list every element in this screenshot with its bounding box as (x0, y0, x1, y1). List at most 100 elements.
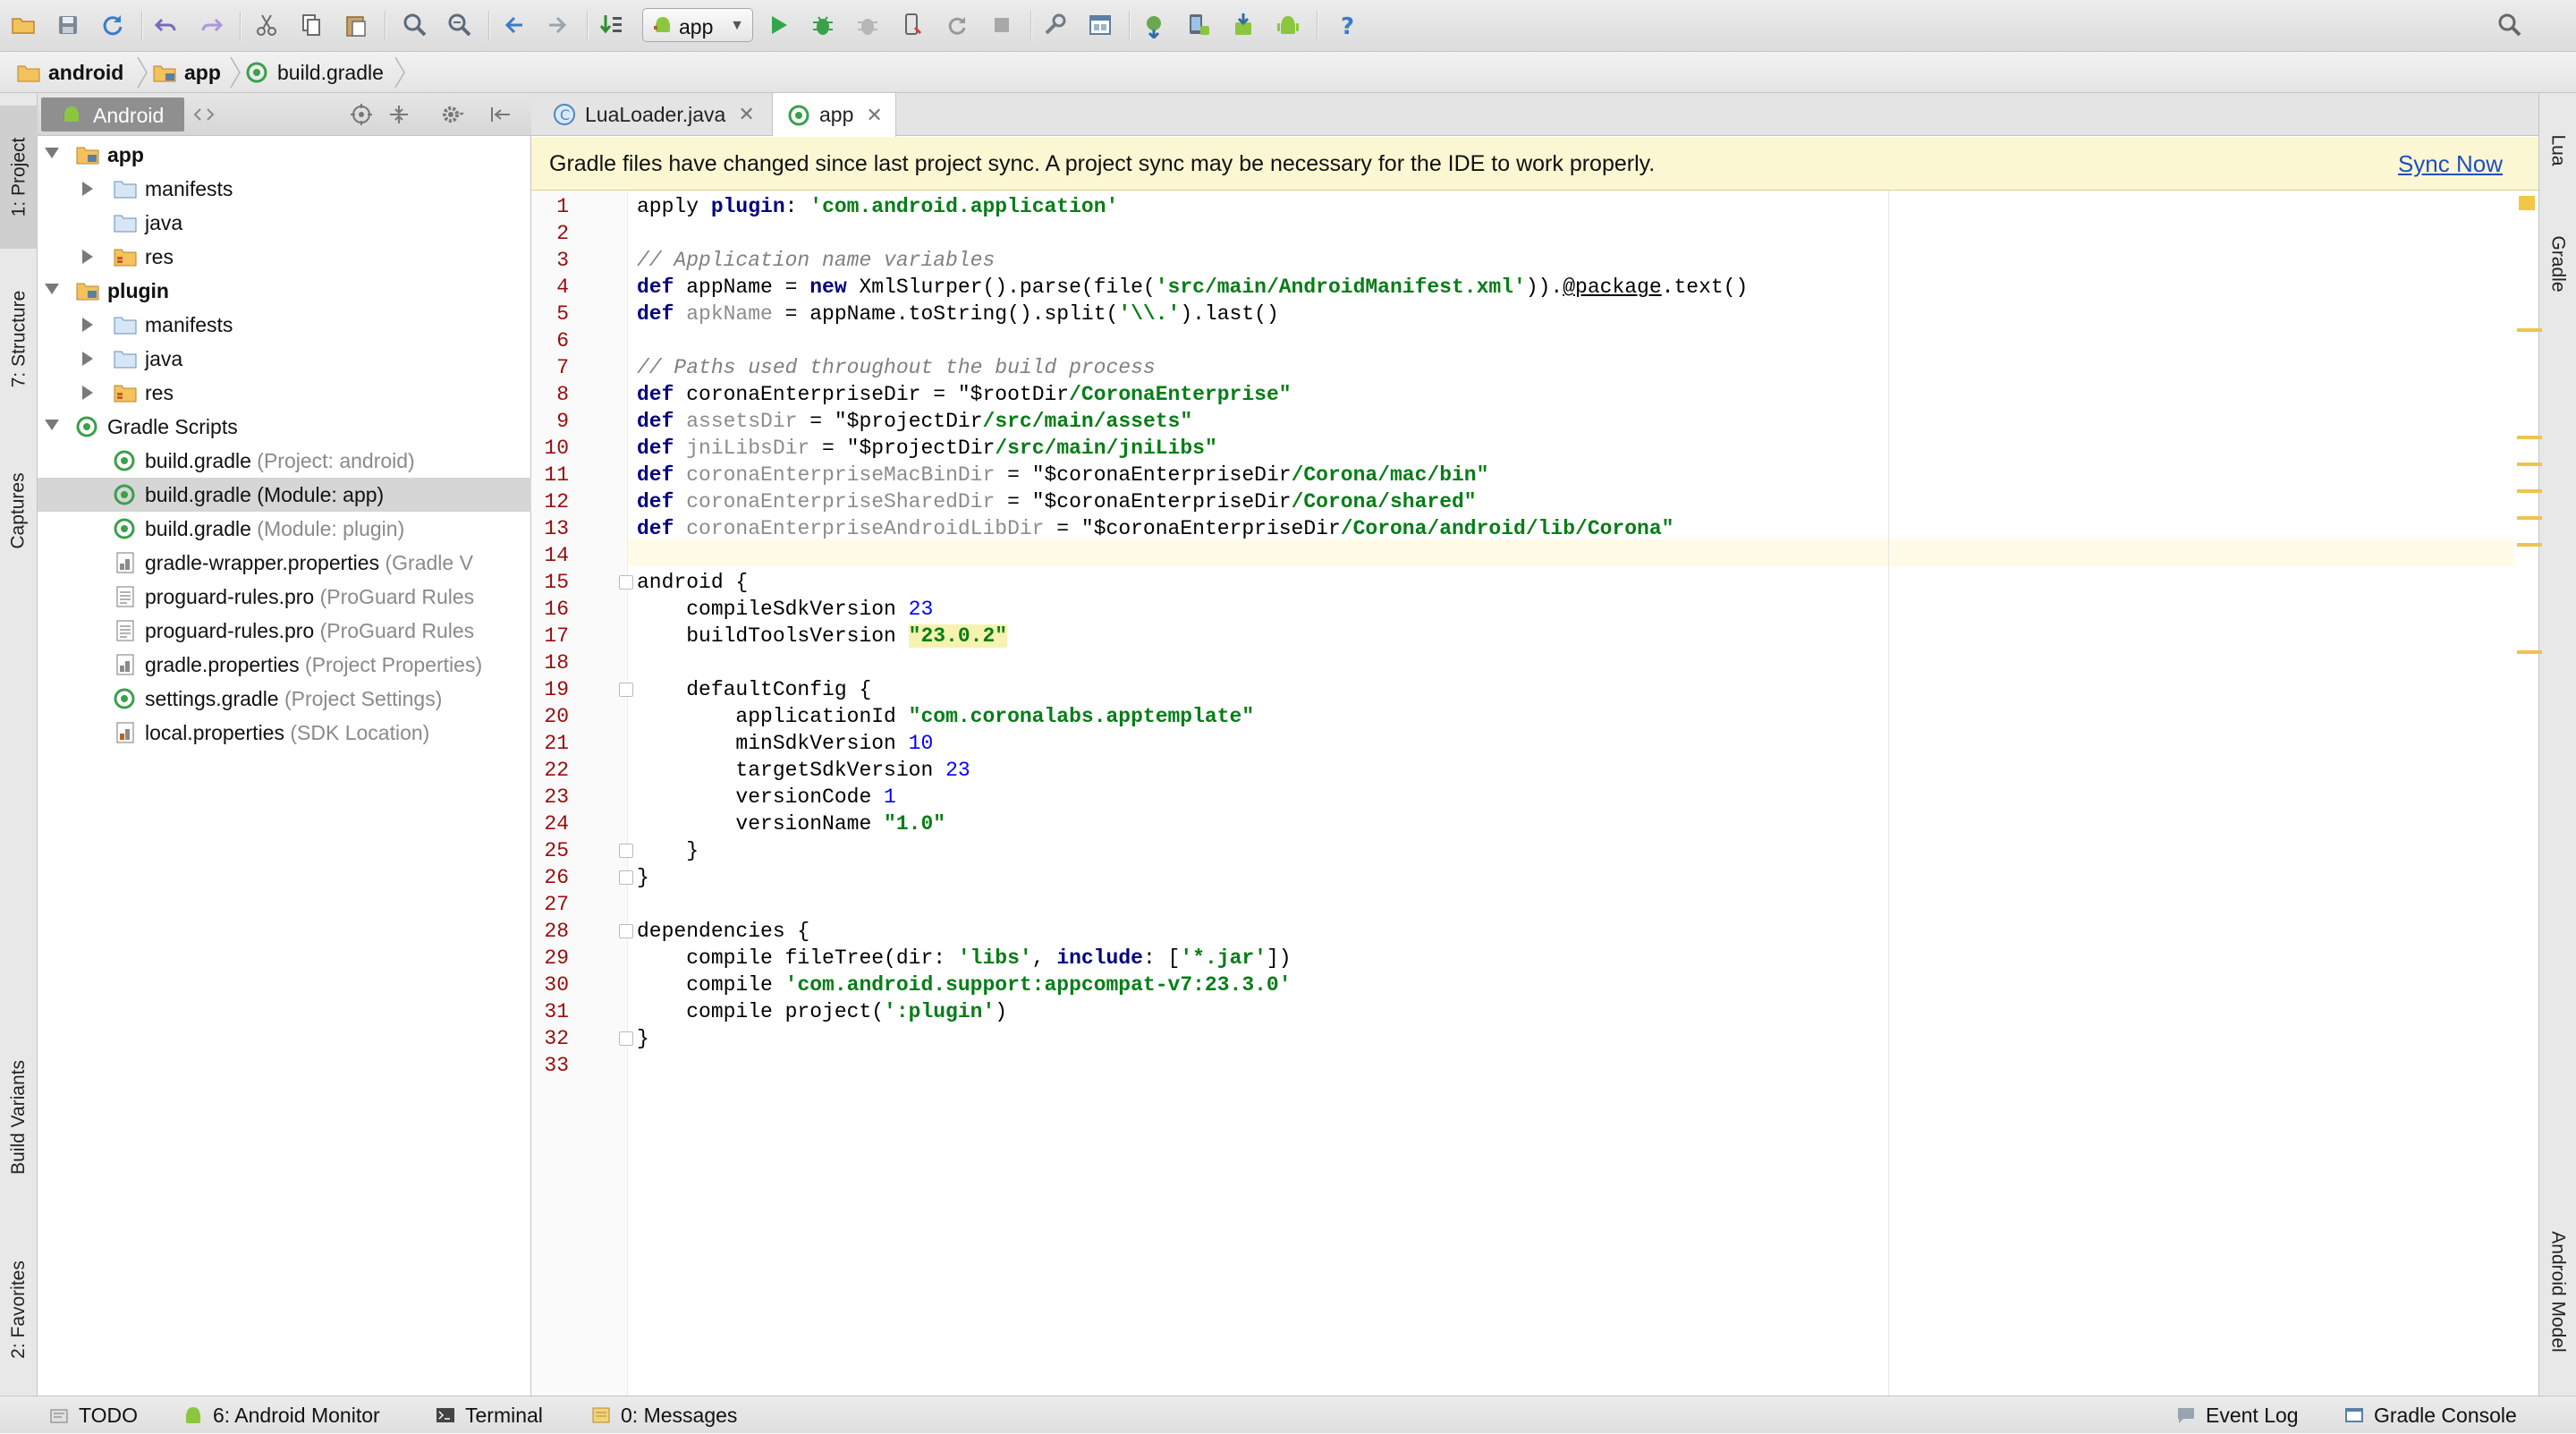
gradle-console-button[interactable]: Gradle Console (2343, 1396, 2517, 1434)
warning-marker[interactable] (2517, 650, 2542, 654)
tab-structure[interactable]: 7: Structure (0, 263, 38, 415)
tree-item-build-gradle-app[interactable]: build.gradle (Module: app) (38, 478, 531, 512)
warning-marker[interactable] (2517, 462, 2542, 466)
fold-marker-icon[interactable] (619, 1031, 633, 1046)
collapsed-arrow-icon[interactable] (82, 318, 93, 332)
tab-app-build-gradle[interactable]: app ✕ (773, 93, 896, 137)
tab-lualoader-java[interactable]: C LuaLoader.java ✕ (538, 93, 773, 136)
undo-icon[interactable] (150, 9, 182, 41)
toolbar-separator (488, 11, 490, 41)
android-device-monitor-icon[interactable] (1272, 9, 1304, 41)
tree-item-proguard-rules-plugin[interactable]: proguard-rules.pro (ProGuard Rules (38, 614, 531, 648)
run-icon[interactable] (762, 9, 794, 41)
tree-item-gradle-scripts[interactable]: Gradle Scripts (38, 410, 531, 444)
tab-build-variants[interactable]: Build Variants (0, 1014, 38, 1220)
tree-item-java[interactable]: java (38, 206, 531, 240)
tree-item-res[interactable]: res (38, 240, 531, 274)
avd-manager-icon[interactable] (1182, 9, 1215, 41)
sync-icon[interactable] (97, 9, 129, 41)
tab-favorites[interactable]: 2: Favorites (0, 1229, 38, 1390)
collapsed-arrow-icon[interactable] (82, 250, 93, 264)
line-number: 1 (556, 195, 569, 218)
android-monitor-button[interactable]: 6: Android Monitor (182, 1396, 380, 1434)
collapse-all-icon[interactable] (386, 102, 411, 127)
collapsed-arrow-icon[interactable] (82, 352, 93, 366)
gear-icon[interactable] (440, 102, 465, 127)
help-icon[interactable]: ? (1331, 9, 1363, 41)
breadcrumb-android[interactable]: android (16, 52, 123, 93)
todo-button[interactable]: TODO (48, 1396, 138, 1434)
fold-marker-icon[interactable] (619, 870, 633, 885)
attach-debugger-icon[interactable] (852, 9, 884, 41)
warning-marker[interactable] (2517, 489, 2542, 493)
sync-gradle-icon[interactable] (1138, 9, 1170, 41)
tree-item-java[interactable]: java (38, 342, 531, 376)
event-log-button[interactable]: Event Log (2175, 1396, 2299, 1434)
tree-item-res[interactable]: res (38, 376, 531, 410)
save-all-icon[interactable] (52, 9, 84, 41)
back-arrow-icon[interactable] (497, 9, 530, 41)
collapsed-arrow-icon[interactable] (82, 386, 93, 400)
forward-arrow-icon[interactable] (542, 9, 574, 41)
event-log-icon (2178, 1408, 2194, 1423)
tree-item-plugin[interactable]: plugin (38, 274, 531, 308)
hide-panel-icon[interactable] (488, 102, 513, 127)
warning-marker[interactable] (2517, 328, 2542, 332)
close-icon[interactable]: ✕ (866, 104, 882, 127)
tab-gradle[interactable]: Gradle (2539, 206, 2576, 322)
tree-item-gradle-properties[interactable]: gradle.properties (Project Properties) (38, 648, 531, 682)
run-configuration-dropdown[interactable]: app ▼ (642, 8, 753, 42)
breadcrumb-app[interactable]: app (152, 52, 221, 93)
sync-now-link[interactable]: Sync Now (2398, 150, 2503, 178)
scroll-from-source-icon[interactable] (349, 102, 374, 127)
tab-project[interactable]: 1: Project (0, 106, 38, 249)
stop-icon[interactable] (986, 9, 1018, 41)
line-number: 10 (544, 437, 569, 460)
settings-wrench-icon[interactable] (1039, 9, 1072, 41)
replace-icon[interactable] (444, 9, 476, 41)
copy-icon[interactable] (295, 9, 327, 41)
cut-icon[interactable] (250, 9, 283, 41)
tree-item-build-gradle-plugin[interactable]: build.gradle (Module: plugin) (38, 512, 531, 546)
tree-item-settings-gradle[interactable]: settings.gradle (Project Settings) (38, 682, 531, 716)
redo-icon[interactable] (195, 9, 227, 41)
tab-captures[interactable]: Captures (0, 444, 38, 578)
collapse-expand-icon[interactable] (191, 102, 216, 127)
make-project-icon[interactable] (596, 9, 628, 41)
expand-arrow-icon[interactable] (45, 420, 59, 430)
tree-item-build-gradle-project[interactable]: build.gradle (Project: android) (38, 444, 531, 478)
tree-item-app[interactable]: app (38, 138, 531, 172)
sdk-manager-icon[interactable] (1227, 9, 1259, 41)
close-icon[interactable]: ✕ (738, 103, 754, 126)
tree-item-proguard-rules-app[interactable]: proguard-rules.pro (ProGuard Rules (38, 580, 531, 614)
find-icon[interactable] (399, 9, 431, 41)
fold-marker-icon[interactable] (619, 575, 633, 590)
fold-marker-icon[interactable] (619, 683, 633, 697)
search-everywhere-icon[interactable] (2494, 9, 2526, 41)
tree-item-gradle-wrapper-properties[interactable]: gradle-wrapper.properties (Gradle V (38, 546, 531, 580)
rerun-icon[interactable] (941, 9, 973, 41)
terminal-button[interactable]: Terminal (435, 1396, 543, 1434)
project-structure-icon[interactable] (1084, 9, 1116, 41)
open-folder-icon[interactable] (7, 9, 39, 41)
expand-arrow-icon[interactable] (45, 148, 59, 158)
warning-marker[interactable] (2517, 543, 2542, 547)
paste-icon[interactable] (340, 9, 372, 41)
tab-lua[interactable]: Lua (2539, 106, 2576, 195)
fold-marker-icon[interactable] (619, 844, 633, 858)
tree-item-local-properties[interactable]: local.properties (SDK Location) (38, 716, 531, 750)
warning-marker[interactable] (2517, 436, 2542, 439)
fold-marker-icon[interactable] (619, 924, 633, 938)
collapsed-arrow-icon[interactable] (82, 182, 93, 196)
tree-item-manifests[interactable]: manifests (38, 172, 531, 206)
project-view-selector[interactable]: Android (41, 98, 184, 132)
apply-changes-icon[interactable] (896, 9, 928, 41)
inspection-status-icon[interactable] (2519, 196, 2535, 210)
tree-item-manifests[interactable]: manifests (38, 308, 531, 342)
tab-android-model[interactable]: Android Model (2539, 1193, 2576, 1390)
expand-arrow-icon[interactable] (45, 284, 59, 294)
breadcrumb-build-gradle[interactable]: build.gradle (245, 52, 384, 93)
debug-icon[interactable] (807, 9, 839, 41)
messages-button[interactable]: 0: Messages (590, 1396, 737, 1434)
warning-marker[interactable] (2517, 516, 2542, 520)
